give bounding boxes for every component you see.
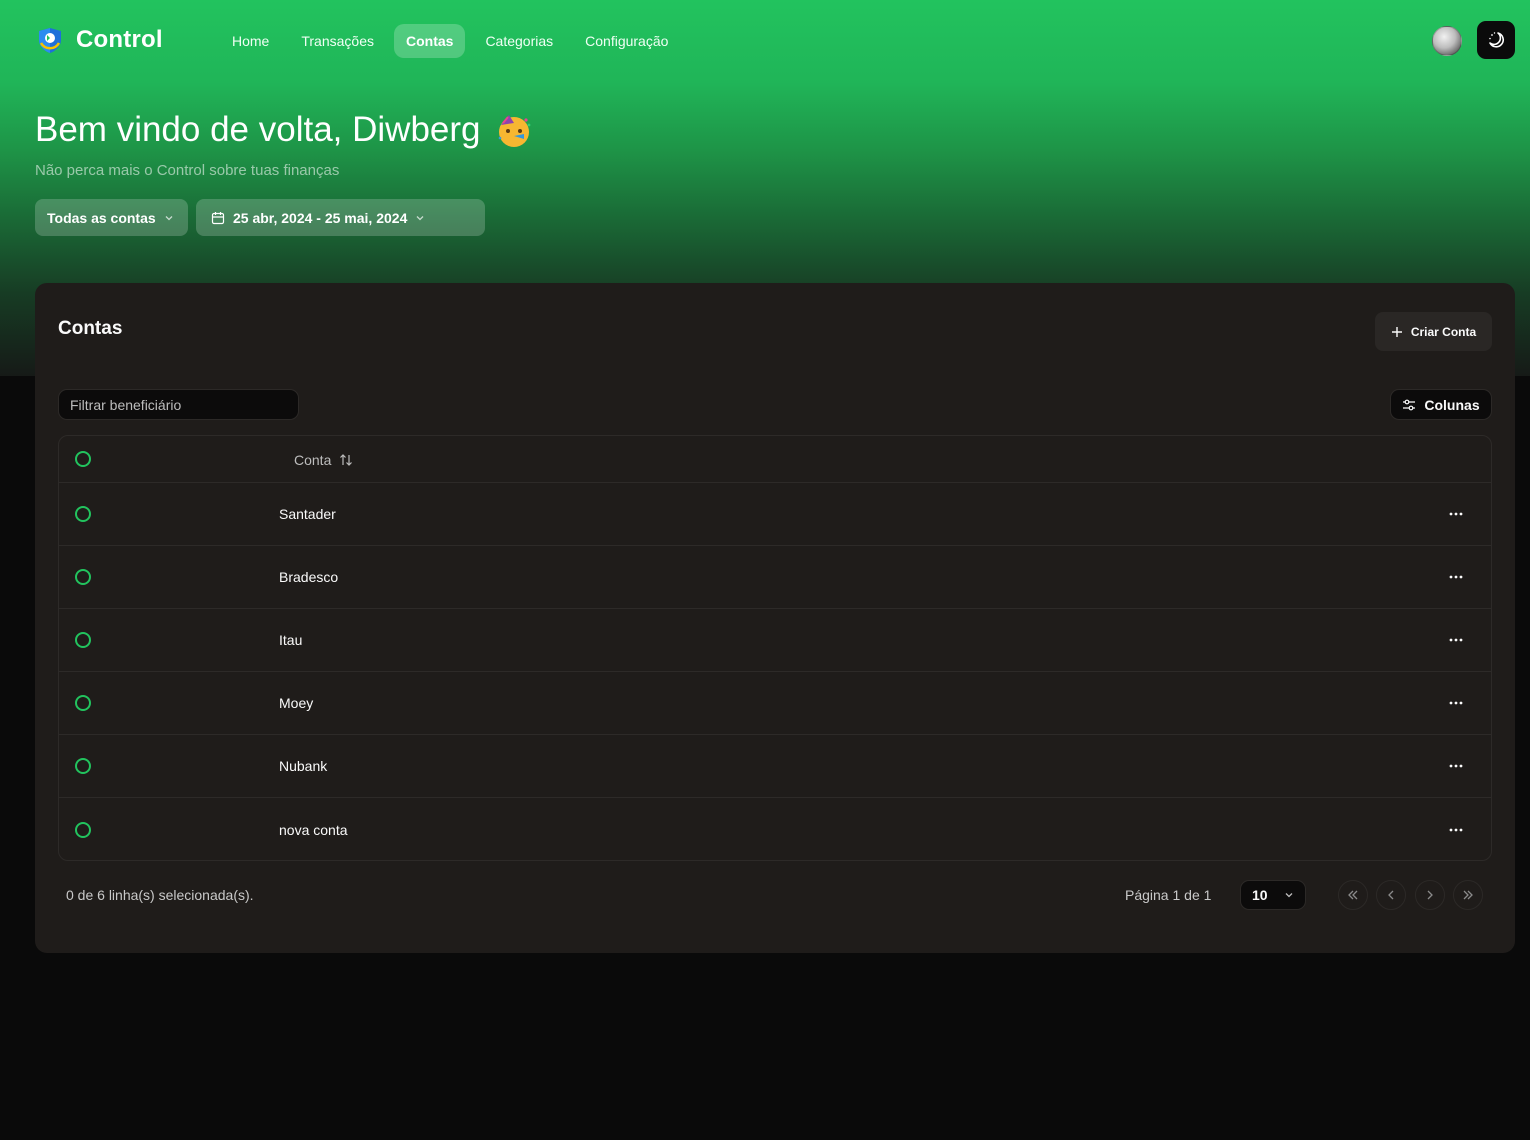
chevrons-right-icon <box>1463 890 1473 900</box>
sliders-icon <box>1403 399 1416 410</box>
party-face-emoji-icon <box>498 115 530 147</box>
page-info: Página 1 de 1 <box>1125 887 1212 903</box>
table-row[interactable]: Santader <box>59 483 1491 546</box>
moon-icon <box>1489 32 1504 48</box>
row-actions-button[interactable] <box>1445 567 1467 587</box>
chevron-down-icon <box>1285 893 1293 898</box>
brand[interactable]: Control <box>36 26 163 54</box>
card-title: Contas <box>58 318 123 339</box>
account-name: Santader <box>279 506 336 522</box>
row-select-radio[interactable] <box>75 695 91 711</box>
row-actions-button[interactable] <box>1445 630 1467 650</box>
row-select-radio[interactable] <box>75 569 91 585</box>
account-name: nova conta <box>279 821 348 838</box>
selection-count: 0 de 6 linha(s) selecionada(s). <box>66 887 254 903</box>
nav-link-configuracao[interactable]: Configuração <box>573 24 680 58</box>
row-actions-button[interactable] <box>1445 693 1467 713</box>
calendar-icon <box>211 211 225 224</box>
plus-icon <box>1391 326 1402 337</box>
row-select-radio[interactable] <box>75 632 91 648</box>
filter-beneficiary-input[interactable] <box>58 389 299 420</box>
user-avatar[interactable] <box>1432 26 1462 56</box>
page-subtitle: Não perca mais o Control sobre tuas fina… <box>35 162 340 179</box>
more-horizontal-icon <box>1449 828 1463 831</box>
page-size-select[interactable]: 10 <box>1240 880 1306 910</box>
chevrons-left-icon <box>1348 890 1358 900</box>
row-actions-button[interactable] <box>1445 504 1467 524</box>
more-horizontal-icon <box>1449 638 1463 642</box>
nav-link-transacoes[interactable]: Transações <box>289 24 386 58</box>
accounts-table: Conta Santader Bradesco Itau Moey Nubank… <box>58 435 1492 861</box>
row-actions-button[interactable] <box>1445 820 1467 840</box>
select-all-radio[interactable] <box>75 451 91 467</box>
chevron-right-icon <box>1427 890 1433 900</box>
account-name: Moey <box>279 695 314 711</box>
page-size-value: 10 <box>1252 887 1268 903</box>
row-select-radio[interactable] <box>75 758 91 774</box>
nav-link-home[interactable]: Home <box>220 24 281 58</box>
columns-label: Colunas <box>1424 396 1480 413</box>
more-horizontal-icon <box>1449 575 1463 579</box>
columns-button[interactable]: Colunas <box>1390 389 1492 420</box>
brand-logo-icon <box>39 28 61 53</box>
table-row[interactable]: Nubank <box>59 735 1491 798</box>
column-header-label: Conta <box>294 451 332 468</box>
table-row[interactable]: Bradesco <box>59 546 1491 609</box>
chevron-down-icon <box>416 215 424 220</box>
account-name: Bradesco <box>279 569 339 585</box>
account-name: Itau <box>279 632 303 648</box>
previous-page-button[interactable] <box>1376 880 1406 910</box>
sort-icon <box>340 453 353 466</box>
row-select-radio[interactable] <box>75 506 91 522</box>
table-row[interactable]: Itau <box>59 609 1491 672</box>
next-page-button[interactable] <box>1415 880 1445 910</box>
row-select-radio[interactable] <box>75 821 91 838</box>
nav-links: Home Transações Contas Categorias Config… <box>220 24 680 58</box>
create-account-button[interactable]: Criar Conta <box>1375 312 1492 351</box>
account-filter-label: Todas as contas <box>47 209 156 226</box>
create-account-label: Criar Conta <box>1410 324 1477 339</box>
more-horizontal-icon <box>1449 701 1463 705</box>
theme-toggle-button[interactable] <box>1477 21 1515 59</box>
table-header-row: Conta <box>59 436 1491 483</box>
more-horizontal-icon <box>1449 512 1463 516</box>
chevron-left-icon <box>1388 890 1394 900</box>
accounts-card: Contas Criar Conta Colunas Conta Sant <box>35 283 1515 953</box>
date-range-picker[interactable]: 25 abr, 2024 - 25 mai, 2024 <box>196 199 485 236</box>
page-title: Bem vindo de volta, Diwberg <box>35 110 481 149</box>
account-filter-dropdown[interactable]: Todas as contas <box>35 199 188 236</box>
table-row[interactable]: Moey <box>59 672 1491 735</box>
last-page-button[interactable] <box>1453 880 1483 910</box>
top-navbar: Control Home Transações Contas Categoria… <box>0 0 1530 80</box>
more-horizontal-icon <box>1449 764 1463 768</box>
account-name: Nubank <box>279 758 328 774</box>
date-range-label: 25 abr, 2024 - 25 mai, 2024 <box>233 209 408 226</box>
column-header-conta[interactable]: Conta <box>294 436 353 483</box>
greeting: Bem vindo de volta, Diwberg <box>35 110 533 150</box>
brand-name: Control <box>76 26 163 53</box>
table-row[interactable]: nova conta <box>59 798 1491 860</box>
row-actions-button[interactable] <box>1445 756 1467 776</box>
nav-link-categorias[interactable]: Categorias <box>473 24 565 58</box>
first-page-button[interactable] <box>1338 880 1368 910</box>
chevron-down-icon <box>165 215 173 220</box>
nav-link-contas[interactable]: Contas <box>393 24 466 58</box>
